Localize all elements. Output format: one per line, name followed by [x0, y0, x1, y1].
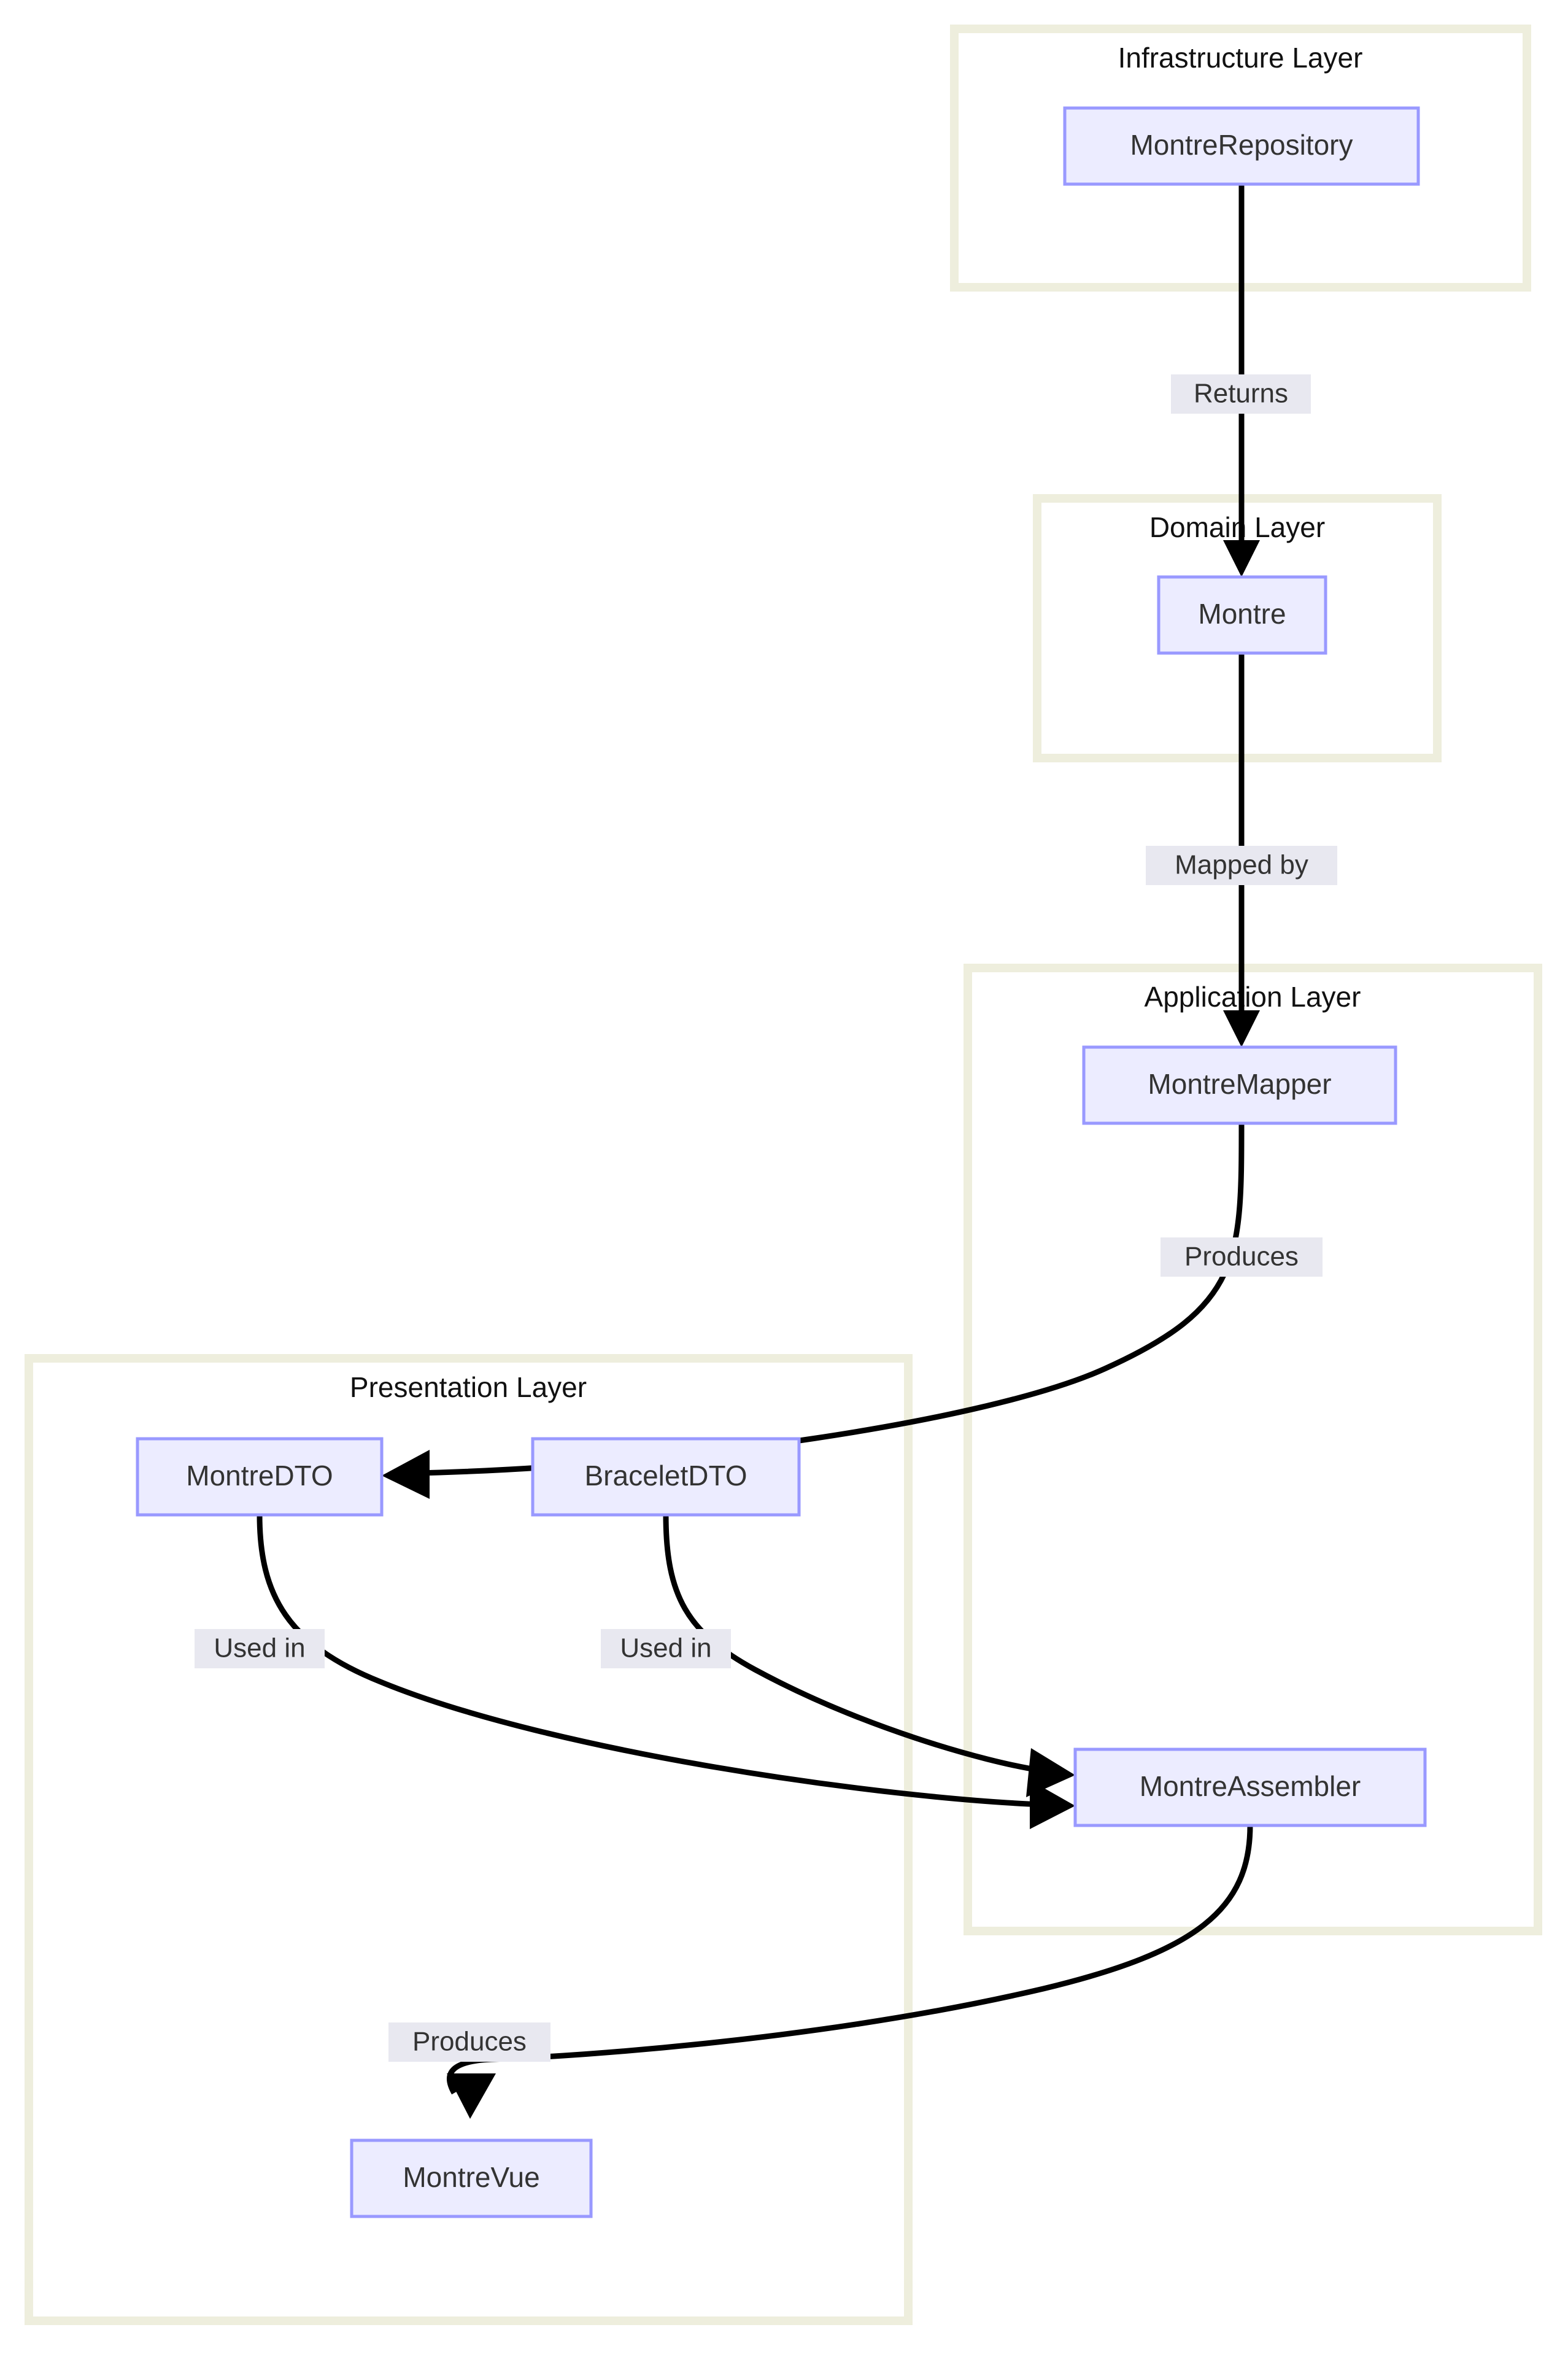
node-label-bracelet-dto: BraceletDTO — [584, 1460, 747, 1492]
edge-label-text-mapper-to-montre-dto: Produces — [1184, 1242, 1299, 1272]
node-montre-repository[interactable]: MontreRepository — [1063, 106, 1420, 186]
node-bracelet-dto[interactable]: BraceletDTO — [531, 1437, 801, 1517]
cluster-label-application: Application Layer — [1145, 981, 1361, 1013]
node-label-montre-vue: MontreVue — [403, 2161, 539, 2193]
edge-label-text-assembler-to-montre-vue: Produces — [412, 2027, 527, 2057]
node-label-montre-mapper: MontreMapper — [1148, 1068, 1331, 1100]
edge-label-repository-to-montre: Returns — [1171, 374, 1311, 414]
edge-label-text-montre-dto-to-assembler: Used in — [214, 1633, 305, 1663]
edge-label-montre-to-mapper: Mapped by — [1146, 846, 1337, 885]
node-montre-mapper[interactable]: MontreMapper — [1082, 1045, 1397, 1125]
edge-label-text-repository-to-montre: Returns — [1194, 379, 1288, 409]
node-label-montre-dto: MontreDTO — [186, 1460, 333, 1492]
node-montre-vue[interactable]: MontreVue — [350, 2138, 593, 2218]
node-label-montre-repository: MontreRepository — [1130, 129, 1353, 161]
flowchart-canvas: Infrastructure Layer Domain Layer Applic… — [25, 25, 1542, 2325]
node-label-montre: Montre — [1198, 598, 1286, 630]
edge-label-bracelet-dto-to-assembler: Used in — [601, 1629, 731, 1668]
edge-label-text-bracelet-dto-to-assembler: Used in — [620, 1633, 711, 1663]
node-montre-assembler[interactable]: MontreAssembler — [1073, 1747, 1427, 1827]
edge-label-assembler-to-montre-vue: Produces — [388, 2022, 550, 2062]
edge-label-montre-dto-to-assembler: Used in — [195, 1629, 325, 1668]
edge-label-text-montre-to-mapper: Mapped by — [1175, 850, 1308, 880]
cluster-label-presentation: Presentation Layer — [350, 1371, 587, 1403]
cluster-label-infrastructure: Infrastructure Layer — [1118, 42, 1363, 74]
node-montre-dto[interactable]: MontreDTO — [136, 1437, 384, 1517]
node-label-montre-assembler: MontreAssembler — [1140, 1770, 1361, 1802]
edge-label-mapper-to-montre-dto: Produces — [1161, 1237, 1323, 1277]
cluster-label-domain: Domain Layer — [1149, 511, 1325, 543]
node-montre[interactable]: Montre — [1157, 575, 1327, 655]
flowchart-diagram: Infrastructure Layer Domain Layer Applic… — [0, 0, 1568, 2357]
